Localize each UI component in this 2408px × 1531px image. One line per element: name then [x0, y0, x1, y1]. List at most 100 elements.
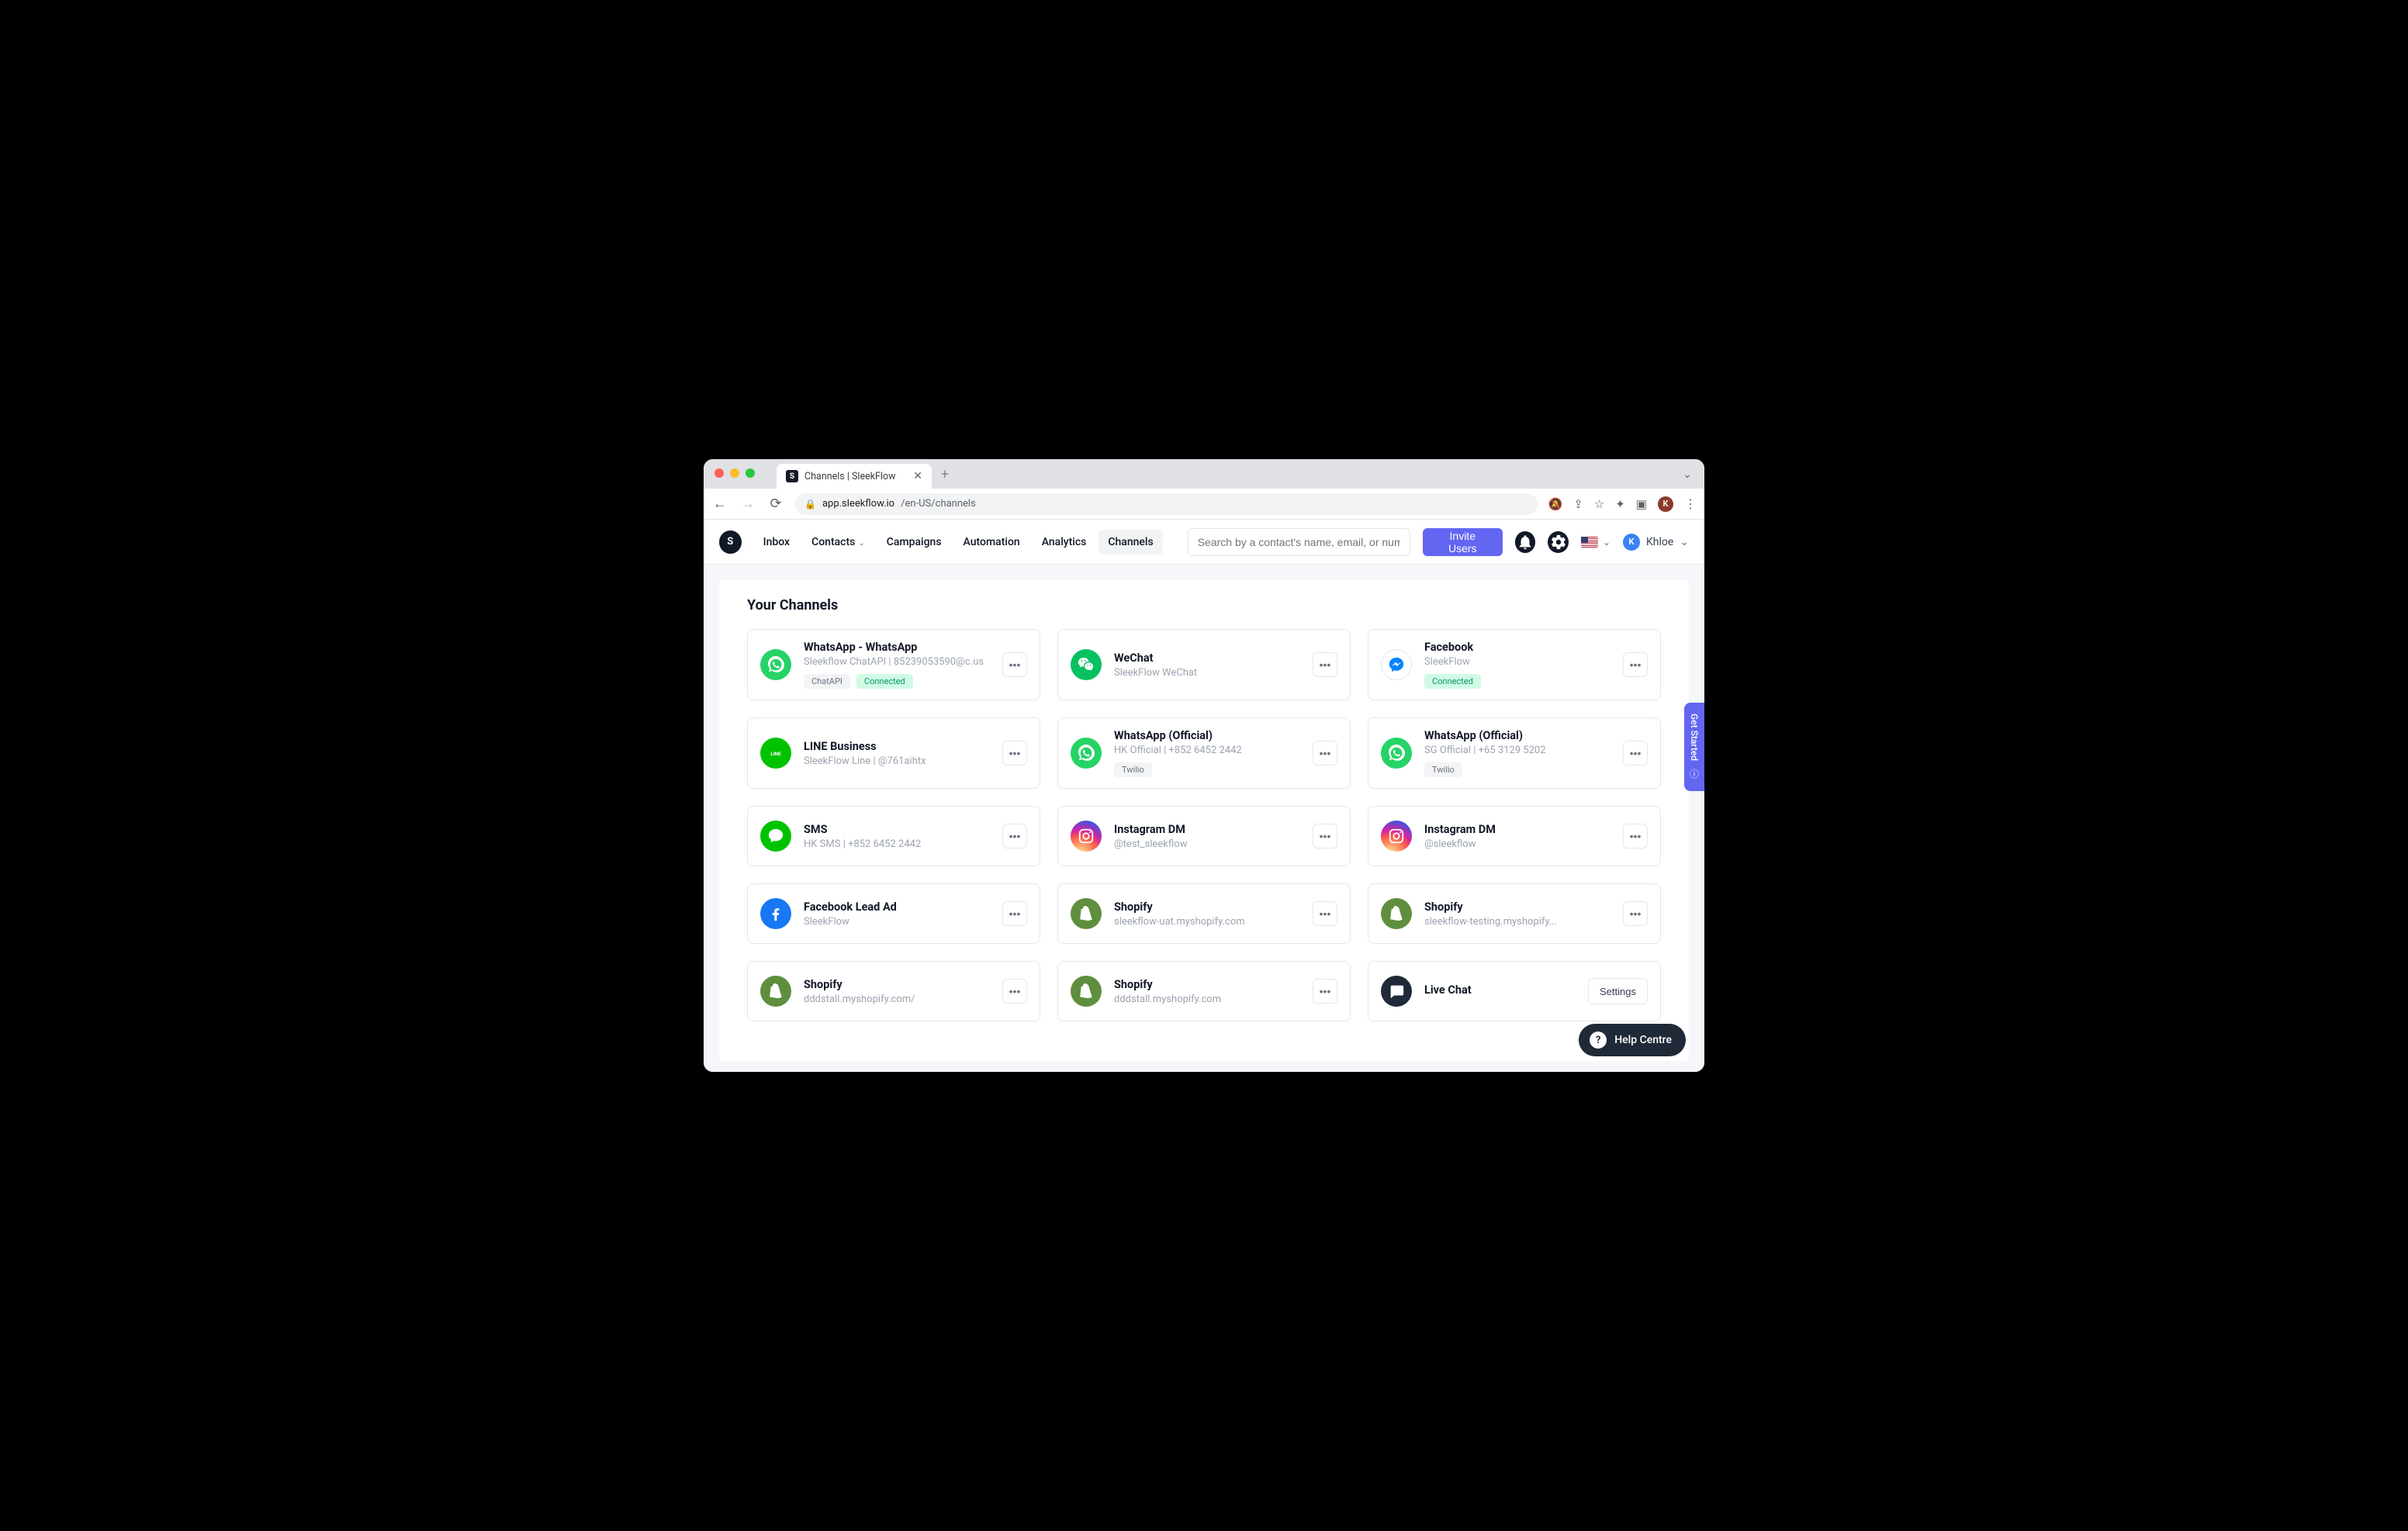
channel-card[interactable]: WhatsApp (Official) SG Official | +65 312…: [1368, 717, 1661, 789]
channel-more-button[interactable]: •••: [1002, 741, 1027, 766]
channel-card[interactable]: Instagram DM@test_sleekflow •••: [1057, 806, 1351, 866]
channel-subtitle: SleekFlow WeChat: [1114, 667, 1300, 679]
channel-card[interactable]: FacebookSleekFlowConnected•••: [1368, 629, 1661, 700]
help-label: Help Centre: [1614, 1034, 1672, 1046]
channel-card[interactable]: Shopifydddstall.myshopify.com/•••: [747, 961, 1040, 1021]
browser-menu-icon[interactable]: ⋮: [1684, 496, 1697, 511]
whatsapp-icon: [1381, 738, 1412, 769]
channel-title: Instagram DM: [1424, 823, 1611, 836]
channel-card[interactable]: LINELINE BusinessSleekFlow Line | @761ai…: [747, 717, 1040, 789]
new-tab-button[interactable]: +: [941, 466, 949, 482]
tag: Twilio: [1424, 762, 1462, 777]
nav-reload-icon[interactable]: ⟳: [767, 496, 784, 512]
user-avatar: K: [1623, 534, 1640, 551]
channel-more-button[interactable]: •••: [1002, 652, 1027, 677]
extensions-icon[interactable]: ✦: [1615, 497, 1625, 511]
browser-profile-avatar[interactable]: K: [1658, 496, 1673, 512]
channel-more-button[interactable]: •••: [1313, 901, 1337, 926]
channel-card[interactable]: WhatsApp - WhatsAppSleekflow ChatAPI | 8…: [747, 629, 1040, 700]
channel-body: Facebook Lead AdSleekFlow: [804, 900, 990, 928]
user-menu[interactable]: K Khloe ⌄: [1623, 534, 1689, 551]
channel-tags: Twilio: [1114, 762, 1300, 777]
address-bar[interactable]: 🔒 app.sleekflow.io/en-US/channels: [795, 493, 1538, 515]
window-minimize-icon[interactable]: [730, 468, 739, 478]
tab-title: Channels | SleekFlow: [804, 471, 896, 482]
nav-item-automation[interactable]: Automation: [954, 530, 1029, 555]
nav-back-icon[interactable]: ←: [711, 496, 728, 512]
settings-gear-icon[interactable]: [1548, 531, 1569, 553]
chevron-down-icon: ⌄: [858, 539, 864, 548]
chevron-down-icon: ⌄: [1603, 537, 1611, 548]
channel-tags: Twilio: [1424, 762, 1611, 777]
channel-card[interactable]: Live ChatSettings: [1368, 961, 1661, 1021]
channel-more-button[interactable]: •••: [1002, 979, 1027, 1004]
fb-icon: [760, 898, 791, 929]
channel-title: LINE Business: [804, 740, 990, 753]
app-logo[interactable]: S: [719, 530, 742, 554]
channel-body: Shopifysleekflow-testing.myshopify...: [1424, 900, 1611, 928]
main-nav: InboxContacts⌄CampaignsAutomationAnalyti…: [754, 530, 1163, 555]
channel-more-button[interactable]: •••: [1002, 901, 1027, 926]
channel-more-button[interactable]: •••: [1623, 901, 1648, 926]
channel-more-button[interactable]: •••: [1313, 824, 1337, 848]
channels-panel: Your Channels WhatsApp - WhatsAppSleekfl…: [719, 580, 1689, 1061]
channel-card[interactable]: Facebook Lead AdSleekFlow •••: [747, 883, 1040, 944]
channels-grid: WhatsApp - WhatsAppSleekflow ChatAPI | 8…: [747, 629, 1661, 1021]
channel-body: Shopifydddstall.myshopify.com: [1114, 978, 1300, 1005]
nav-item-channels[interactable]: Channels: [1098, 530, 1162, 555]
channel-more-button[interactable]: •••: [1313, 979, 1337, 1004]
channel-card[interactable]: Shopifydddstall.myshopify.com •••: [1057, 961, 1351, 1021]
notifications-icon[interactable]: [1515, 531, 1536, 553]
window-zoom-icon[interactable]: [746, 468, 755, 478]
channel-settings-button[interactable]: Settings: [1588, 978, 1648, 1004]
channel-card[interactable]: Instagram DM@sleekflow•••: [1368, 806, 1661, 866]
channel-body: Instagram DM@test_sleekflow: [1114, 823, 1300, 850]
channel-title: Shopify: [1114, 900, 1300, 914]
channel-subtitle: SG Official | +65 3129 5202: [1424, 745, 1611, 756]
help-icon: ?: [1590, 1032, 1607, 1049]
browser-actions: 🔕 ⇪ ☆ ✦ ▣ K ⋮: [1548, 496, 1697, 512]
channel-title: SMS: [804, 823, 990, 836]
page-body: Your Channels WhatsApp - WhatsAppSleekfl…: [704, 565, 1704, 1072]
channel-subtitle: sleekflow-uat.myshopify.com: [1114, 916, 1300, 928]
sidepanel-icon[interactable]: ▣: [1636, 497, 1647, 511]
invite-users-button[interactable]: Invite Users: [1423, 528, 1503, 556]
svg-text:LINE: LINE: [770, 751, 781, 757]
app-header: S InboxContacts⌄CampaignsAutomationAnaly…: [704, 520, 1704, 565]
get-started-tab[interactable]: Get Started ⓘ: [1684, 703, 1704, 791]
channel-title: WeChat: [1114, 651, 1300, 665]
nav-item-inbox[interactable]: Inbox: [754, 530, 799, 555]
mute-icon[interactable]: 🔕: [1548, 497, 1563, 511]
channel-subtitle: sleekflow-testing.myshopify...: [1424, 916, 1611, 928]
tab-close-icon[interactable]: ✕: [913, 470, 922, 482]
channel-tags: Connected: [1424, 674, 1611, 689]
bookmark-icon[interactable]: ☆: [1594, 497, 1604, 511]
channel-card[interactable]: Shopifysleekflow-testing.myshopify... •••: [1368, 883, 1661, 944]
channel-subtitle: dddstall.myshopify.com/: [804, 994, 990, 1005]
nav-item-campaigns[interactable]: Campaigns: [877, 530, 951, 555]
channel-title: WhatsApp (Official): [1424, 729, 1611, 742]
channel-more-button[interactable]: •••: [1002, 824, 1027, 848]
channel-more-button[interactable]: •••: [1623, 824, 1648, 848]
channel-card[interactable]: WhatsApp (Official)HK Official | +852 64…: [1057, 717, 1351, 789]
channel-more-button[interactable]: •••: [1313, 741, 1337, 766]
nav-item-contacts[interactable]: Contacts⌄: [802, 530, 874, 555]
nav-forward-icon[interactable]: →: [739, 496, 756, 512]
search-input[interactable]: [1188, 528, 1410, 556]
channel-more-button[interactable]: •••: [1623, 652, 1648, 677]
channel-card[interactable]: SMSHK SMS | +852 6452 2442 •••: [747, 806, 1040, 866]
channel-body: SMSHK SMS | +852 6452 2442: [804, 823, 990, 850]
help-centre-button[interactable]: ? Help Centre: [1579, 1024, 1686, 1056]
tag: ChatAPI: [804, 674, 850, 689]
window-close-icon[interactable]: [714, 468, 724, 478]
whatsapp-icon: [760, 649, 791, 680]
browser-tab[interactable]: S Channels | SleekFlow ✕: [777, 464, 932, 489]
tabs-overflow-icon[interactable]: ⌄: [1683, 468, 1692, 481]
nav-item-analytics[interactable]: Analytics: [1033, 530, 1096, 555]
share-icon[interactable]: ⇪: [1573, 497, 1583, 511]
channel-card[interactable]: Shopify sleekflow-uat.myshopify.com •••: [1057, 883, 1351, 944]
locale-switcher[interactable]: ⌄: [1581, 537, 1611, 548]
channel-more-button[interactable]: •••: [1623, 741, 1648, 766]
channel-card[interactable]: WeChat SleekFlow WeChat •••: [1057, 629, 1351, 700]
channel-more-button[interactable]: •••: [1313, 652, 1337, 677]
